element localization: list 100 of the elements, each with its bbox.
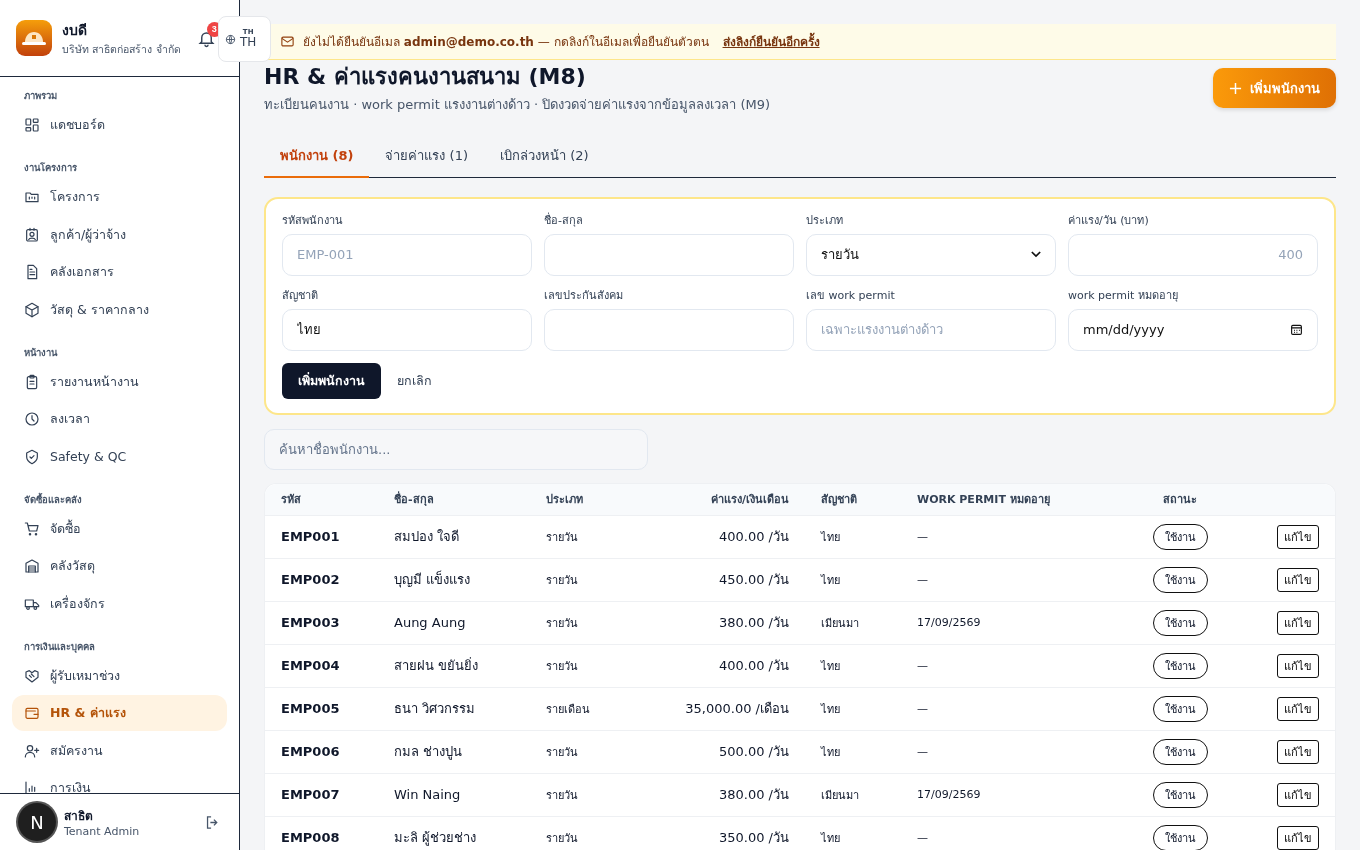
column-header: WORK PERMIT หมดอายุ [917,492,1051,508]
table-cell-text: Win Naing [394,787,462,802]
nav-item[interactable]: จัดซื้อ [12,510,227,547]
table-cell-text: รายวัน [546,658,579,675]
company-name: บริษัท สาธิตก่อสร้าง จำกัด [62,41,181,57]
tab[interactable]: จ่ายค่าแรง (1) [369,137,484,178]
helmet-logo-icon [16,20,52,56]
table-cell-text: 35,000.00 /เดือน [684,700,789,718]
table-cell-text: รายวัน [546,787,579,804]
wallet-icon [24,705,40,721]
user-role: Tenant Admin [64,825,141,838]
table-cell-text: — [917,573,929,586]
cancel-button[interactable]: ยกเลิก [389,362,440,399]
table-cell-text: Aung Aung [394,615,467,630]
avatar[interactable]: N [18,803,56,841]
field-label: ประเภท [806,212,844,229]
table-cell-text: รายวัน [546,615,579,632]
table-cell-text: — [917,659,929,672]
edit-button[interactable]: แก้ไข [1277,653,1319,678]
nav-item[interactable]: แดชบอร์ด [12,107,227,143]
field-label: work permit หมดอายุ [1068,287,1179,304]
edit-button[interactable]: แก้ไข [1277,610,1319,635]
column-header: ชื่อ-สกุล [394,490,435,508]
resend-link[interactable]: ส่งลิงก์ยืนยันอีกครั้ง [722,32,820,51]
submit-button[interactable]: เพิ่มพนักงาน [282,362,381,399]
input-field[interactable]: EMP-001 [282,233,532,276]
date-field[interactable]: mm/dd/yyyy [1068,308,1318,351]
nav-item[interactable]: ลงเวลา [12,401,227,437]
nav-item[interactable]: รายงานหน้างาน [12,363,227,400]
field-label: เลข work permit [806,287,896,304]
nav-item[interactable]: สมัครงาน [12,732,227,769]
edit-button[interactable]: แก้ไข [1277,739,1319,764]
edit-button[interactable]: แก้ไข [1277,782,1319,807]
input-field[interactable] [544,233,794,276]
table-cell-text: เมียนมา [820,615,860,632]
nav-item[interactable]: ผู้รับเหมาช่วง [12,657,227,694]
clock-icon [24,411,40,427]
clipboard-icon [24,373,40,390]
table-cell-text: ธนา วิศวกรรม [394,700,477,718]
table-cell-text: — [917,831,929,844]
tab[interactable]: เบิกล่วงหน้า (2) [484,137,605,178]
nav-item[interactable]: Safety & QC [12,438,227,475]
field-label: เลขประกันสังคม [544,287,624,304]
calendar-icon [1290,323,1303,336]
table-cell-text: EMP002 [281,572,341,587]
input-field[interactable]: ไทย [282,308,532,351]
nav-item[interactable]: โครงการ [12,179,227,215]
table-cell-text: — [917,530,929,543]
edit-button[interactable]: แก้ไข [1277,567,1319,592]
table-cell-text: ไทย [819,658,841,675]
shield-icon [24,448,40,465]
tab[interactable]: พนักงาน (8) [264,137,370,178]
nav-item[interactable]: การเงิน [12,770,227,793]
table-cell-text: กมล ช่างปูน [394,743,464,762]
table-cell-text: EMP004 [281,658,341,673]
nav-item[interactable]: เครื่องจักร [12,585,227,622]
logout-icon[interactable] [204,813,221,831]
section-title: หน้างาน [23,345,59,360]
table-cell-text: EMP005 [281,701,341,716]
nav-item[interactable]: วัสดุ & ราคากลาง [12,291,227,328]
plus-icon [1229,81,1242,95]
column-header: ค่าแรง/เงินเดือน [709,492,789,508]
nav-item[interactable]: คลังวัสดุ [12,548,227,584]
globe-icon [225,33,236,45]
table-cell-text: ไทย [819,830,841,847]
table-cell-text: รายเดือน [546,701,591,718]
edit-button[interactable]: แก้ไข [1277,696,1319,721]
table-cell-text: รายวัน [546,529,579,546]
doc-icon [24,264,40,280]
box-icon [24,301,40,318]
nav-item[interactable]: ลูกค้า/ผู้ว่าจ้าง [12,216,227,253]
table-cell-text: ไทย [819,529,841,546]
nav-item[interactable]: HR & ค่าแรง [12,695,227,731]
table-cell-text: EMP007 [281,787,341,802]
column-header: ประเภท [546,492,584,508]
contact-icon [24,226,40,243]
search-field[interactable]: ค้นหาชื่อพนักงาน... [264,428,648,470]
field-label: รหัสพนักงาน [282,212,344,229]
field-label: ค่าแรง/วัน (บาท) [1068,212,1150,229]
cart-icon [24,520,40,537]
input-field[interactable]: 400 [1068,233,1318,276]
section-title: งานโครงการ [23,161,78,175]
table-cell-text: มะลิ ผู้ช่วยช่าง [394,829,478,848]
input-field[interactable]: เฉพาะแรงงานต่างด้าว [806,308,1056,351]
section-title: การเงินและบุคคล [23,639,96,655]
field-label: ชื่อ-สกุล [544,211,584,229]
table-cell-text: — [917,702,929,715]
nav-item[interactable]: คลังเอกสาร [12,254,227,290]
edit-button[interactable]: แก้ไข [1277,825,1319,850]
type-select[interactable]: รายวัน [806,233,1056,276]
input-field[interactable] [544,308,794,351]
table-cell-text: EMP006 [281,744,341,759]
table-cell-text: EMP008 [281,830,341,845]
table-cell-text: ไทย [819,744,841,761]
field-label: สัญชาติ [282,287,319,304]
folder-icon [24,189,40,205]
grid-icon [24,117,40,133]
column-header: สัญชาติ [820,492,858,508]
mail-icon [280,34,295,49]
edit-button[interactable]: แก้ไข [1277,524,1319,549]
